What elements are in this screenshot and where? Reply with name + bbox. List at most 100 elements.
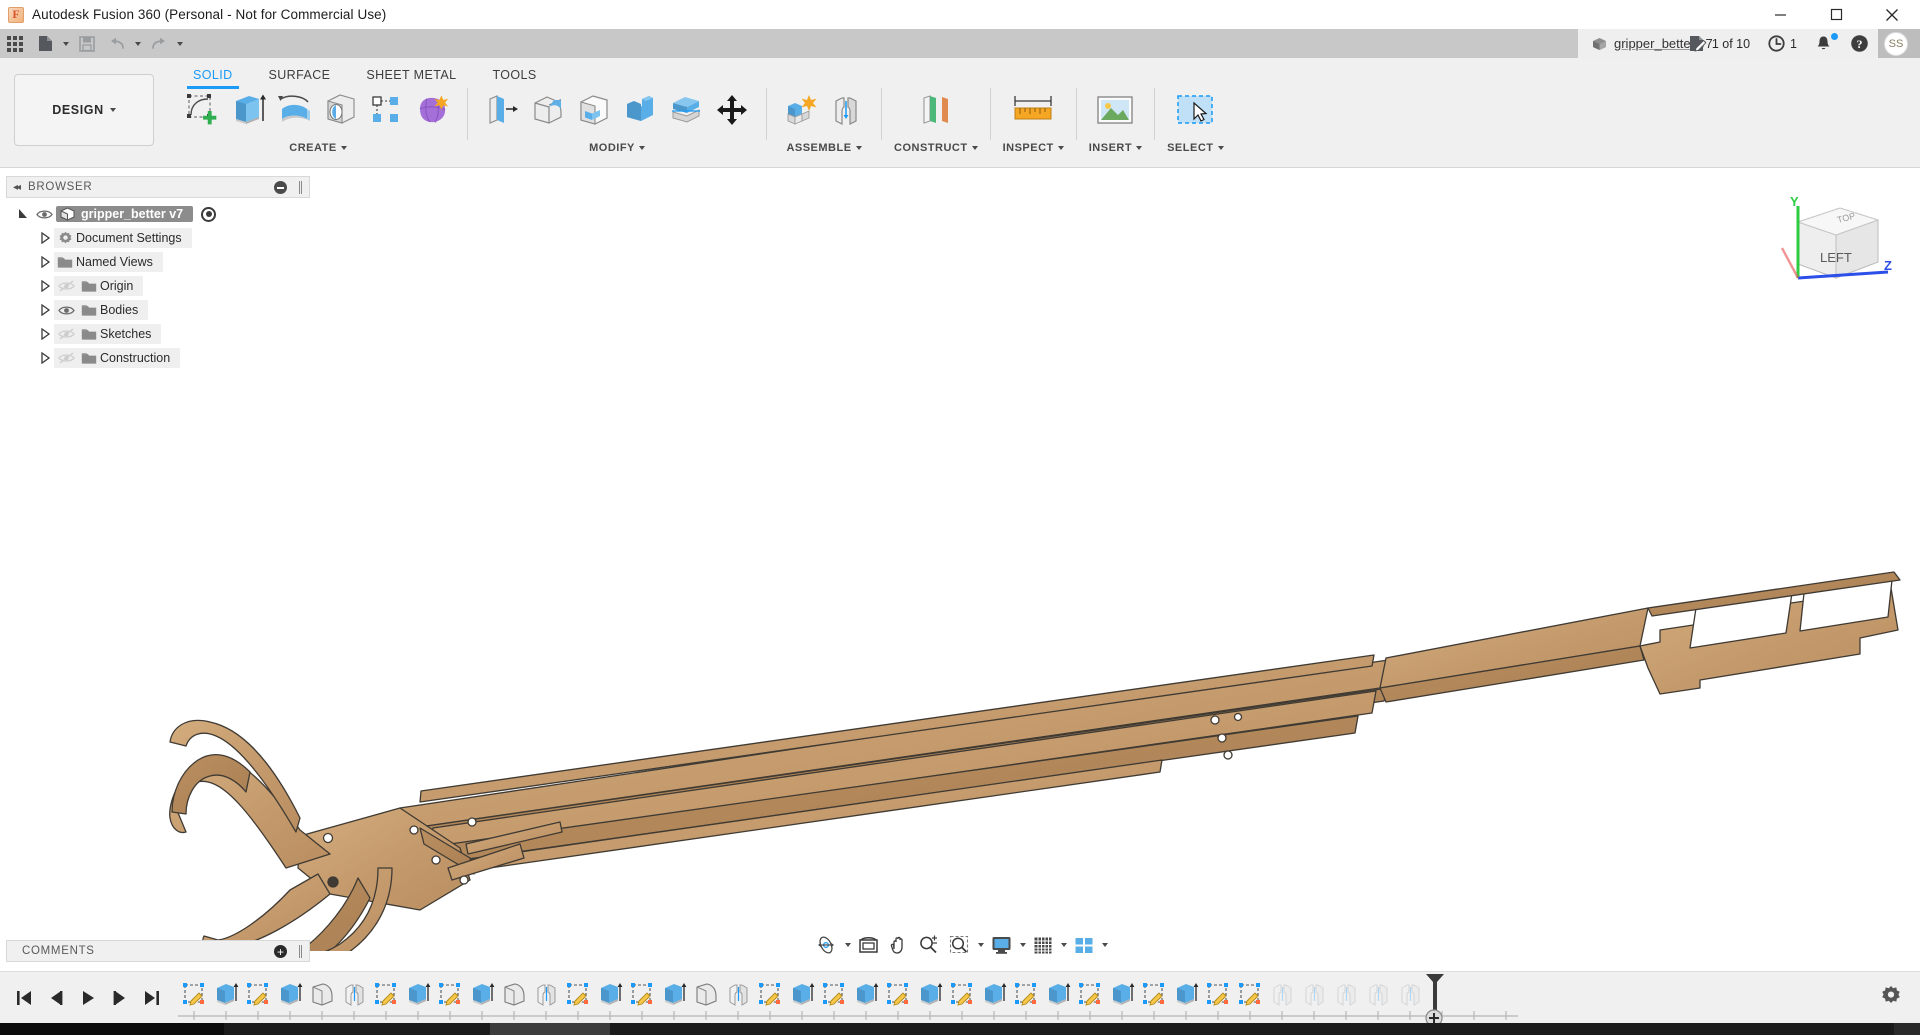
timeline-feature-sketch[interactable]	[946, 977, 978, 1011]
sweep-icon[interactable]	[319, 84, 363, 136]
timeline-feature-sketch[interactable]	[178, 977, 210, 1011]
timeline-feature-mirror[interactable]	[722, 977, 754, 1011]
double-chevron-left-icon[interactable]: ◂◂	[13, 182, 21, 193]
expand-arrow-icon[interactable]	[36, 304, 54, 316]
zoom-window-icon[interactable]	[944, 931, 975, 959]
timeline-feature-extrude[interactable]	[914, 977, 946, 1011]
new-file-dropdown-icon[interactable]	[60, 29, 72, 58]
skip-to-start-icon[interactable]	[8, 978, 40, 1018]
pan-icon[interactable]	[884, 931, 913, 959]
comments-panel[interactable]: COMMENTS +	[6, 940, 310, 962]
timeline-feature-sketch[interactable]	[1074, 977, 1106, 1011]
timeline-feature-mirror[interactable]	[1330, 977, 1362, 1011]
timeline-feature-extrude[interactable]	[402, 977, 434, 1011]
play-icon[interactable]	[72, 978, 104, 1018]
split-body-icon[interactable]	[664, 84, 708, 136]
timeline-feature-extrude[interactable]	[850, 977, 882, 1011]
tree-root-selected[interactable]: gripper_better v7	[56, 206, 194, 222]
joint-icon[interactable]	[825, 84, 869, 136]
timeline-feature-extrude[interactable]	[466, 977, 498, 1011]
help-icon[interactable]: ?	[1841, 29, 1878, 58]
insert-canvas-icon[interactable]	[1093, 84, 1137, 136]
timeline-feature-sketch[interactable]	[754, 977, 786, 1011]
timeline-feature-sketch[interactable]	[882, 977, 914, 1011]
radio-active-icon[interactable]	[201, 206, 217, 222]
grid-snaps-dropdown-icon[interactable]	[1058, 931, 1069, 959]
orbit-icon[interactable]	[810, 931, 842, 959]
skip-to-end-icon[interactable]	[136, 978, 168, 1018]
tree-node-document-settings[interactable]: Document Settings	[36, 226, 310, 250]
tree-node-sketches[interactable]: Sketches	[36, 322, 310, 346]
expand-arrow-icon[interactable]	[36, 280, 54, 292]
display-settings-dropdown-icon[interactable]	[1017, 931, 1028, 959]
new-file-icon[interactable]	[30, 29, 60, 58]
form-icon[interactable]	[411, 84, 455, 136]
revolve-icon[interactable]	[273, 84, 317, 136]
timeline-feature-extrude[interactable]	[210, 977, 242, 1011]
viewports-icon[interactable]	[1069, 931, 1099, 959]
timeline-feature-sketch[interactable]	[562, 977, 594, 1011]
panel-label-construct[interactable]: CONSTRUCT	[894, 142, 978, 154]
zoom-window-dropdown-icon[interactable]	[975, 931, 986, 959]
timeline-feature-mirror[interactable]	[1362, 977, 1394, 1011]
browser-header[interactable]: ◂◂ BROWSER	[6, 176, 310, 198]
extrude-icon[interactable]	[227, 84, 271, 136]
move-copy-icon[interactable]	[710, 84, 754, 136]
timeline-feature-sketch[interactable]	[370, 977, 402, 1011]
bell-icon[interactable]	[1806, 29, 1841, 58]
viewports-dropdown-icon[interactable]	[1099, 931, 1110, 959]
timeline-settings-icon[interactable]	[1880, 985, 1902, 1012]
timeline-feature-extrude[interactable]	[1106, 977, 1138, 1011]
timeline-feature-fillet[interactable]	[690, 977, 722, 1011]
expand-arrow-icon[interactable]	[14, 208, 32, 220]
close-icon[interactable]	[1864, 0, 1920, 29]
undo-icon[interactable]	[102, 29, 132, 58]
panel-label-assemble[interactable]: ASSEMBLE	[786, 142, 862, 154]
timeline-feature-fillet[interactable]	[498, 977, 530, 1011]
visibility-eye-icon[interactable]	[32, 209, 56, 220]
timeline-feature-fillet[interactable]	[306, 977, 338, 1011]
panel-resize-handle[interactable]	[299, 945, 302, 958]
timeline-feature-sketch[interactable]	[818, 977, 850, 1011]
timeline-feature-extrude[interactable]	[1170, 977, 1202, 1011]
timeline-feature-extrude[interactable]	[274, 977, 306, 1011]
panel-label-create[interactable]: CREATE	[289, 142, 347, 154]
combine-icon[interactable]	[618, 84, 662, 136]
offset-plane-icon[interactable]	[914, 84, 958, 136]
panel-label-modify[interactable]: MODIFY	[589, 142, 645, 154]
panel-label-inspect[interactable]: INSPECT	[1003, 142, 1064, 154]
timeline-feature-mirror[interactable]	[1266, 977, 1298, 1011]
panel-resize-handle[interactable]	[299, 181, 302, 194]
timeline-track[interactable]	[178, 972, 1840, 1027]
timeline-feature-extrude[interactable]	[978, 977, 1010, 1011]
create-sketch-icon[interactable]	[181, 84, 225, 136]
timeline-feature-sketch[interactable]	[1234, 977, 1266, 1011]
expand-arrow-icon[interactable]	[36, 256, 54, 268]
step-back-icon[interactable]	[40, 978, 72, 1018]
timeline-feature-mirror[interactable]	[1298, 977, 1330, 1011]
zoom-icon[interactable]	[913, 931, 944, 959]
tree-node-bodies[interactable]: Bodies	[36, 298, 310, 322]
measure-icon[interactable]	[1011, 84, 1055, 136]
pattern-icon[interactable]	[365, 84, 409, 136]
save-icon[interactable]	[72, 29, 102, 58]
look-at-icon[interactable]	[853, 931, 884, 959]
view-cube[interactable]: LEFT TOP Y Z	[1768, 190, 1898, 300]
timeline-feature-sketch[interactable]	[1010, 977, 1042, 1011]
step-forward-icon[interactable]	[104, 978, 136, 1018]
minimize-panel-icon[interactable]	[274, 181, 287, 194]
timeline-feature-extrude[interactable]	[786, 977, 818, 1011]
minimize-icon[interactable]	[1752, 0, 1808, 29]
panel-label-insert[interactable]: INSERT	[1089, 142, 1143, 154]
maximize-icon[interactable]	[1808, 0, 1864, 29]
tree-node-construction[interactable]: Construction	[36, 346, 310, 370]
visibility-eye-icon[interactable]	[54, 305, 78, 316]
tree-node-named-views[interactable]: Named Views	[36, 250, 310, 274]
jobs-status[interactable]: 1 of 10	[1679, 29, 1759, 58]
timeline-feature-mirror[interactable]	[530, 977, 562, 1011]
tree-node-root[interactable]: gripper_better v7	[14, 202, 310, 226]
visibility-eye-off-icon[interactable]	[54, 280, 78, 292]
timeline-feature-sketch[interactable]	[1202, 977, 1234, 1011]
fillet-icon[interactable]	[526, 84, 570, 136]
expand-arrow-icon[interactable]	[36, 232, 54, 244]
